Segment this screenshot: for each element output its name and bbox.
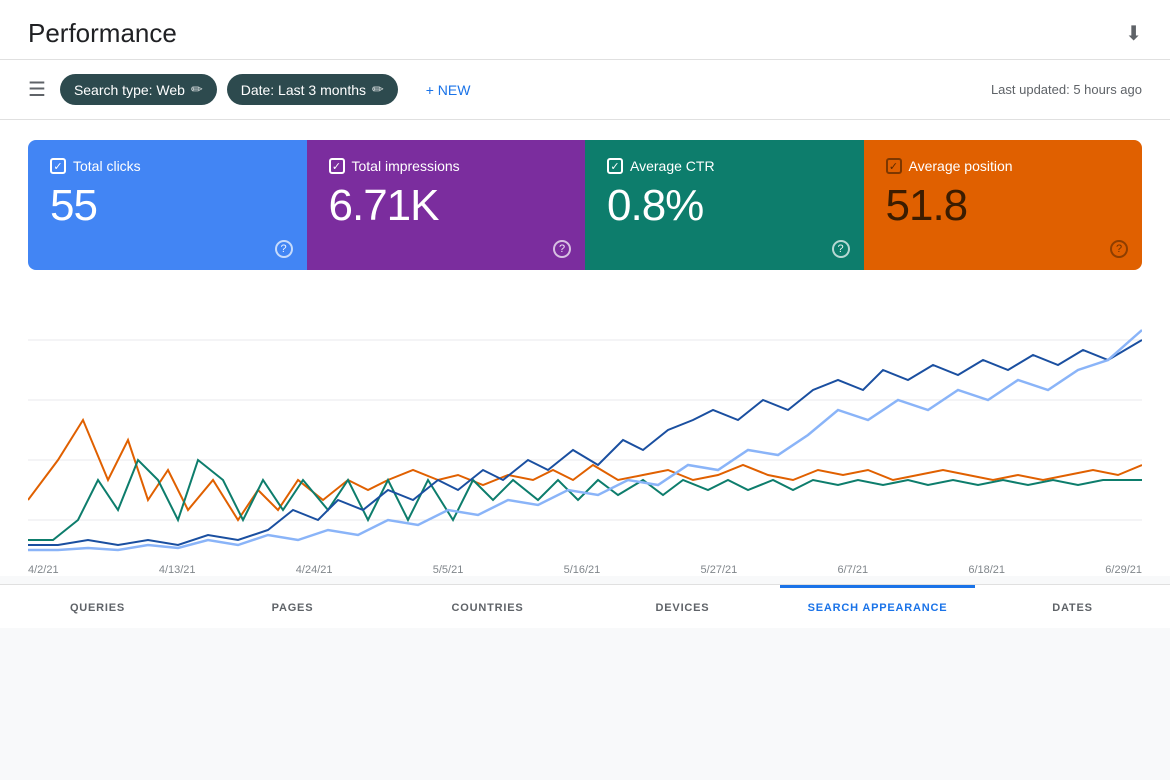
impressions-help-icon[interactable]: ? — [553, 240, 571, 258]
metric-total-impressions[interactable]: ✓ Total impressions 6.71K ? — [307, 140, 586, 270]
x-label-1: 4/13/21 — [159, 564, 196, 576]
tab-search-appearance[interactable]: SEARCH APPEARANCE — [780, 585, 975, 628]
page-header: Performance ⬇ — [0, 0, 1170, 60]
ctr-help-icon[interactable]: ? — [832, 240, 850, 258]
chart-area: 4/2/21 4/13/21 4/24/21 5/5/21 5/16/21 5/… — [0, 270, 1170, 576]
metric-average-ctr[interactable]: ✓ Average CTR 0.8% ? — [585, 140, 864, 270]
filter-icon[interactable]: ☰ — [28, 77, 46, 102]
tab-devices[interactable]: DEVICES — [585, 585, 780, 628]
metric-total-clicks[interactable]: ✓ Total clicks 55 ? — [28, 140, 307, 270]
x-label-5: 5/27/21 — [701, 564, 738, 576]
ctr-value: 0.8% — [607, 184, 842, 228]
date-label: Date: Last 3 months — [241, 82, 366, 98]
x-label-2: 4/24/21 — [296, 564, 333, 576]
x-label-0: 4/2/21 — [28, 564, 59, 576]
impressions-value: 6.71K — [329, 184, 564, 228]
edit-search-type-icon: ✏ — [191, 81, 203, 98]
tabs-row: QUERIES PAGES COUNTRIES DEVICES SEARCH A… — [0, 584, 1170, 628]
download-icon[interactable]: ⬇ — [1125, 21, 1142, 46]
clicks-help-icon[interactable]: ? — [275, 240, 293, 258]
tab-countries[interactable]: COUNTRIES — [390, 585, 585, 628]
position-help-icon[interactable]: ? — [1110, 240, 1128, 258]
date-chip[interactable]: Date: Last 3 months ✏ — [227, 74, 398, 105]
search-type-chip[interactable]: Search type: Web ✏ — [60, 74, 217, 105]
ctr-checkbox: ✓ — [607, 158, 623, 174]
x-label-4: 5/16/21 — [564, 564, 601, 576]
x-label-3: 5/5/21 — [433, 564, 464, 576]
tab-dates[interactable]: DATES — [975, 585, 1170, 628]
clicks-checkbox: ✓ — [50, 158, 66, 174]
last-updated-text: Last updated: 5 hours ago — [991, 82, 1142, 97]
position-checkbox: ✓ — [886, 158, 902, 174]
tab-queries[interactable]: QUERIES — [0, 585, 195, 628]
metric-label-position: ✓ Average position — [886, 158, 1121, 174]
toolbar: ☰ Search type: Web ✏ Date: Last 3 months… — [0, 60, 1170, 120]
edit-date-icon: ✏ — [372, 81, 384, 98]
tab-pages[interactable]: PAGES — [195, 585, 390, 628]
metric-average-position[interactable]: ✓ Average position 51.8 ? — [864, 140, 1143, 270]
page-title: Performance — [28, 18, 177, 49]
x-label-7: 6/18/21 — [968, 564, 1005, 576]
metric-label-impressions: ✓ Total impressions — [329, 158, 564, 174]
x-label-8: 6/29/21 — [1105, 564, 1142, 576]
metric-label-clicks: ✓ Total clicks — [50, 158, 285, 174]
metrics-row: ✓ Total clicks 55 ? ✓ Total impressions … — [0, 120, 1170, 270]
new-button[interactable]: + NEW — [412, 75, 485, 105]
performance-chart — [28, 280, 1142, 560]
search-type-label: Search type: Web — [74, 82, 185, 98]
impressions-checkbox: ✓ — [329, 158, 345, 174]
chart-x-labels: 4/2/21 4/13/21 4/24/21 5/5/21 5/16/21 5/… — [28, 560, 1142, 576]
position-value: 51.8 — [886, 184, 1121, 228]
clicks-value: 55 — [50, 184, 285, 228]
metric-label-ctr: ✓ Average CTR — [607, 158, 842, 174]
x-label-6: 6/7/21 — [838, 564, 869, 576]
